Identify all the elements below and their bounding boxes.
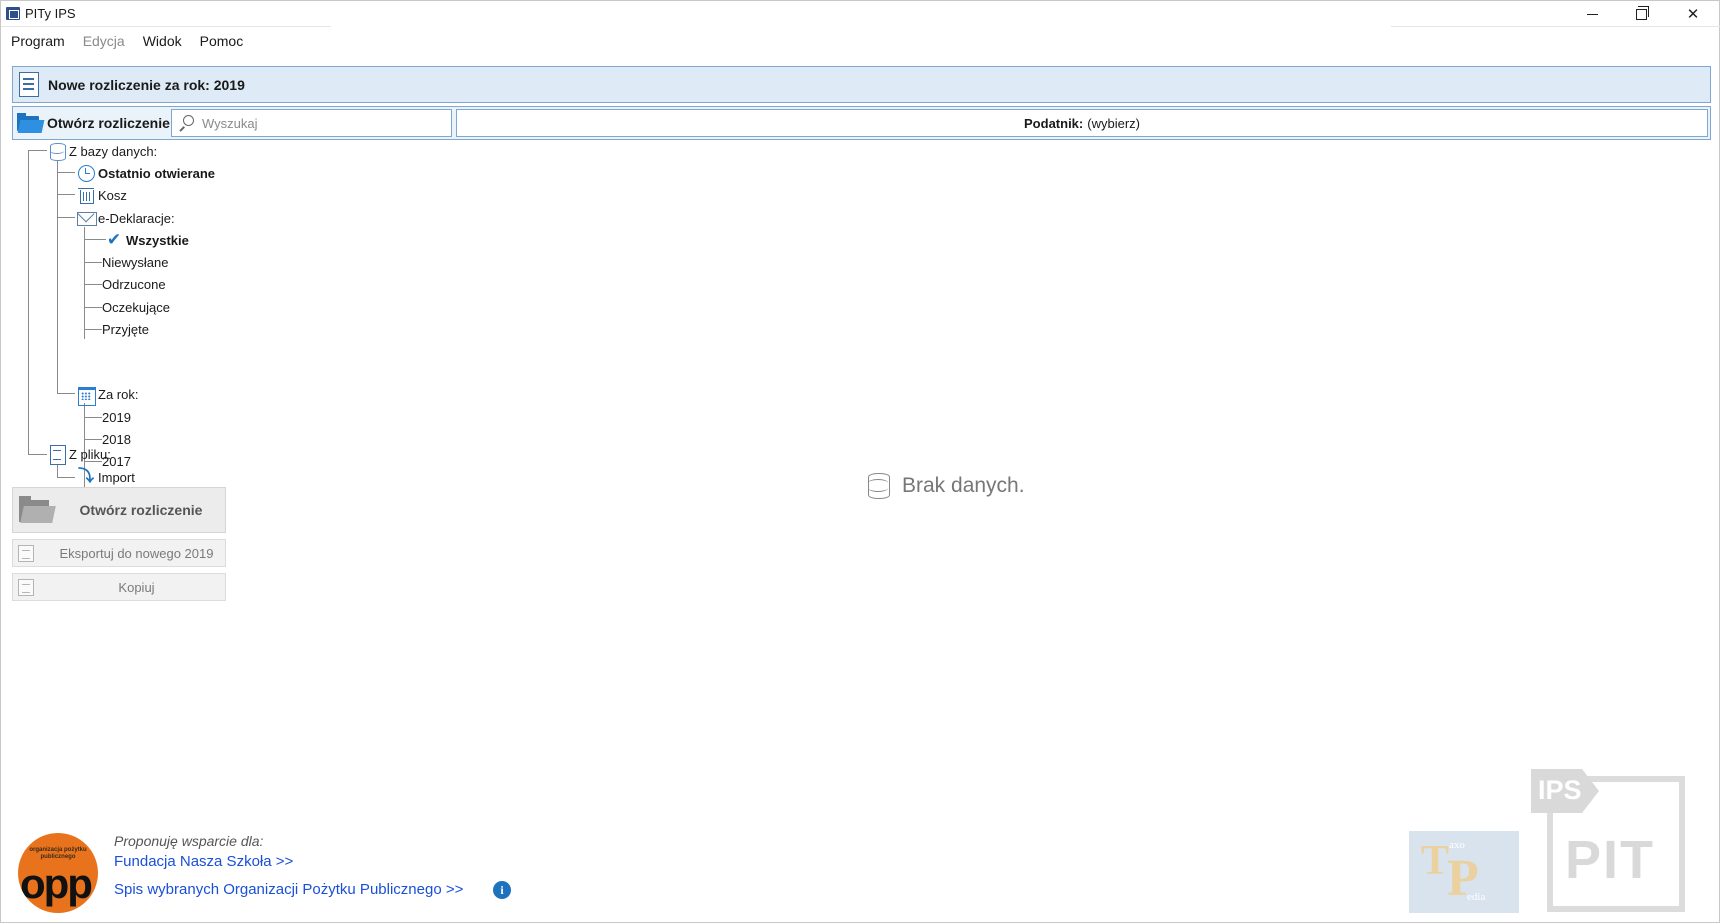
search-icon xyxy=(178,115,194,131)
tree-rejected-label: Odrzucone xyxy=(102,276,166,292)
empty-state: Brak danych. xyxy=(868,473,1025,499)
restore-icon xyxy=(1635,5,1649,20)
import-arrow-icon: ⤵ xyxy=(77,468,94,485)
menu-program[interactable]: Program xyxy=(1,31,73,51)
foundation-link[interactable]: Fundacja Nasza Szkoła >> xyxy=(114,853,293,870)
close-icon: ✕ xyxy=(1686,6,1700,23)
opp-logo-small-text: organizacja pożytku publicznego xyxy=(29,847,87,860)
minimize-button[interactable] xyxy=(1569,1,1615,27)
file-icon xyxy=(48,445,66,465)
tree-rejected[interactable]: Odrzucone xyxy=(102,274,166,294)
copy-icon xyxy=(18,578,34,596)
empty-text: Brak danych. xyxy=(902,474,1025,497)
tree-year-2019[interactable]: 2019 xyxy=(102,407,131,427)
tree-edeclarations[interactable]: e-Deklaracje: xyxy=(77,208,175,228)
clock-icon xyxy=(77,164,95,182)
tree-accepted-label: Przyjęte xyxy=(102,321,149,337)
tree-from-file[interactable]: Z pliku: xyxy=(48,444,111,465)
calendar-icon xyxy=(77,385,96,406)
open-settlement-label: Otwórz rozliczenie xyxy=(47,115,170,131)
opp-logo: organizacja pożytku publicznego opp xyxy=(18,833,98,913)
taxopedia-logo-edia: edia xyxy=(1467,891,1486,903)
tree-accepted[interactable]: Przyjęte xyxy=(102,319,149,339)
navigation-tree: Z bazy danych: Ostatnio otwierane Kosz e… xyxy=(1,141,241,489)
taxopedia-logo-t: T xyxy=(1421,838,1450,884)
database-icon xyxy=(48,142,66,161)
copy-button[interactable]: Kopiuj xyxy=(12,573,226,601)
close-button[interactable]: ✕ xyxy=(1670,1,1716,27)
open-settlement-big-label: Otwórz rozliczenie xyxy=(79,502,203,518)
database-empty-icon xyxy=(868,473,890,499)
taxopedia-logo: T P axo edia xyxy=(1409,831,1519,913)
tree-year-2019-label: 2019 xyxy=(102,409,131,425)
ips-logo-pit-text: PIT xyxy=(1565,830,1656,890)
taxpayer-selector[interactable]: Podatnik: (wybierz) xyxy=(456,109,1708,137)
tree-trash[interactable]: Kosz xyxy=(77,185,127,205)
tree-all[interactable]: ✔ Wszystkie xyxy=(105,230,189,250)
menu-edycja[interactable]: Edycja xyxy=(73,31,133,51)
copy-label: Kopiuj xyxy=(118,579,155,595)
search-box xyxy=(171,109,452,137)
tree-pending-label: Oczekujące xyxy=(102,299,170,315)
new-settlement-label: Nowe rozliczenie za rok: 2019 xyxy=(48,76,245,93)
folder-open-icon xyxy=(17,113,45,133)
taxopedia-logo-axo: axo xyxy=(1449,839,1465,851)
ips-logo-flag-text: IPS xyxy=(1538,775,1582,805)
info-icon[interactable]: i xyxy=(493,881,511,899)
export-icon xyxy=(18,544,34,562)
tree-edeclarations-label: e-Deklaracje: xyxy=(98,210,175,226)
window-title: PITy IPS xyxy=(25,6,76,21)
opp-logo-text: opp xyxy=(20,860,93,907)
menu-pomoc[interactable]: Pomoc xyxy=(190,31,252,51)
search-input[interactable] xyxy=(202,115,442,131)
restore-button[interactable] xyxy=(1618,1,1664,27)
open-settlement-big-button[interactable]: Otwórz rozliczenie xyxy=(12,487,226,533)
export-label: Eksportuj do nowego 2019 xyxy=(59,545,214,561)
export-button[interactable]: Eksportuj do nowego 2019 xyxy=(12,539,226,567)
menu-widok[interactable]: Widok xyxy=(133,31,190,51)
tree-recent[interactable]: Ostatnio otwierane xyxy=(77,163,215,183)
checkmark-icon: ✔ xyxy=(106,230,122,249)
tree-recent-label: Ostatnio otwierane xyxy=(98,165,216,181)
minimize-icon xyxy=(1586,13,1598,15)
taxpayer-value: (wybierz) xyxy=(1087,115,1140,131)
new-settlement-button[interactable]: Nowe rozliczenie za rok: 2019 xyxy=(12,66,1711,103)
title-bar: PITy IPS ✕ xyxy=(1,1,1720,27)
tree-database[interactable]: Z bazy danych: xyxy=(48,141,157,161)
tree-from-file-label: Z pliku: xyxy=(69,446,111,462)
tree-all-label: Wszystkie xyxy=(126,232,189,248)
opp-list-link[interactable]: Spis wybranych Organizacji Pożytku Publi… xyxy=(114,881,463,898)
open-toolbar: Otwórz rozliczenie Podatnik: (wybierz) xyxy=(12,106,1711,140)
trash-icon xyxy=(77,186,95,204)
tree-import[interactable]: ⤵ Import xyxy=(77,467,135,487)
tree-by-year-label: Za rok: xyxy=(98,386,139,402)
taxpayer-label: Podatnik: xyxy=(1024,115,1084,131)
tree-import-label: Import xyxy=(98,469,135,485)
app-window: PITy IPS ✕ Program Edycja Widok Pomoc No… xyxy=(0,0,1720,923)
tree-unsent[interactable]: Niewysłane xyxy=(102,252,168,272)
envelope-icon xyxy=(77,209,97,227)
document-icon xyxy=(19,72,39,97)
app-icon xyxy=(6,7,20,20)
title-divider xyxy=(1,26,331,27)
tree-pending[interactable]: Oczekujące xyxy=(102,297,170,317)
menu-bar: Program Edycja Widok Pomoc xyxy=(1,31,251,51)
ips-pit-logo: IPS PIT xyxy=(1531,769,1686,914)
tree-unsent-label: Niewysłane xyxy=(102,254,169,270)
tree-database-label: Z bazy danych: xyxy=(69,143,158,159)
tree-by-year[interactable]: Za rok: xyxy=(77,384,139,406)
support-label: Proponuję wsparcie dla: xyxy=(114,833,264,849)
open-settlement-button[interactable]: Otwórz rozliczenie xyxy=(17,110,170,136)
tree-trash-label: Kosz xyxy=(98,187,127,203)
